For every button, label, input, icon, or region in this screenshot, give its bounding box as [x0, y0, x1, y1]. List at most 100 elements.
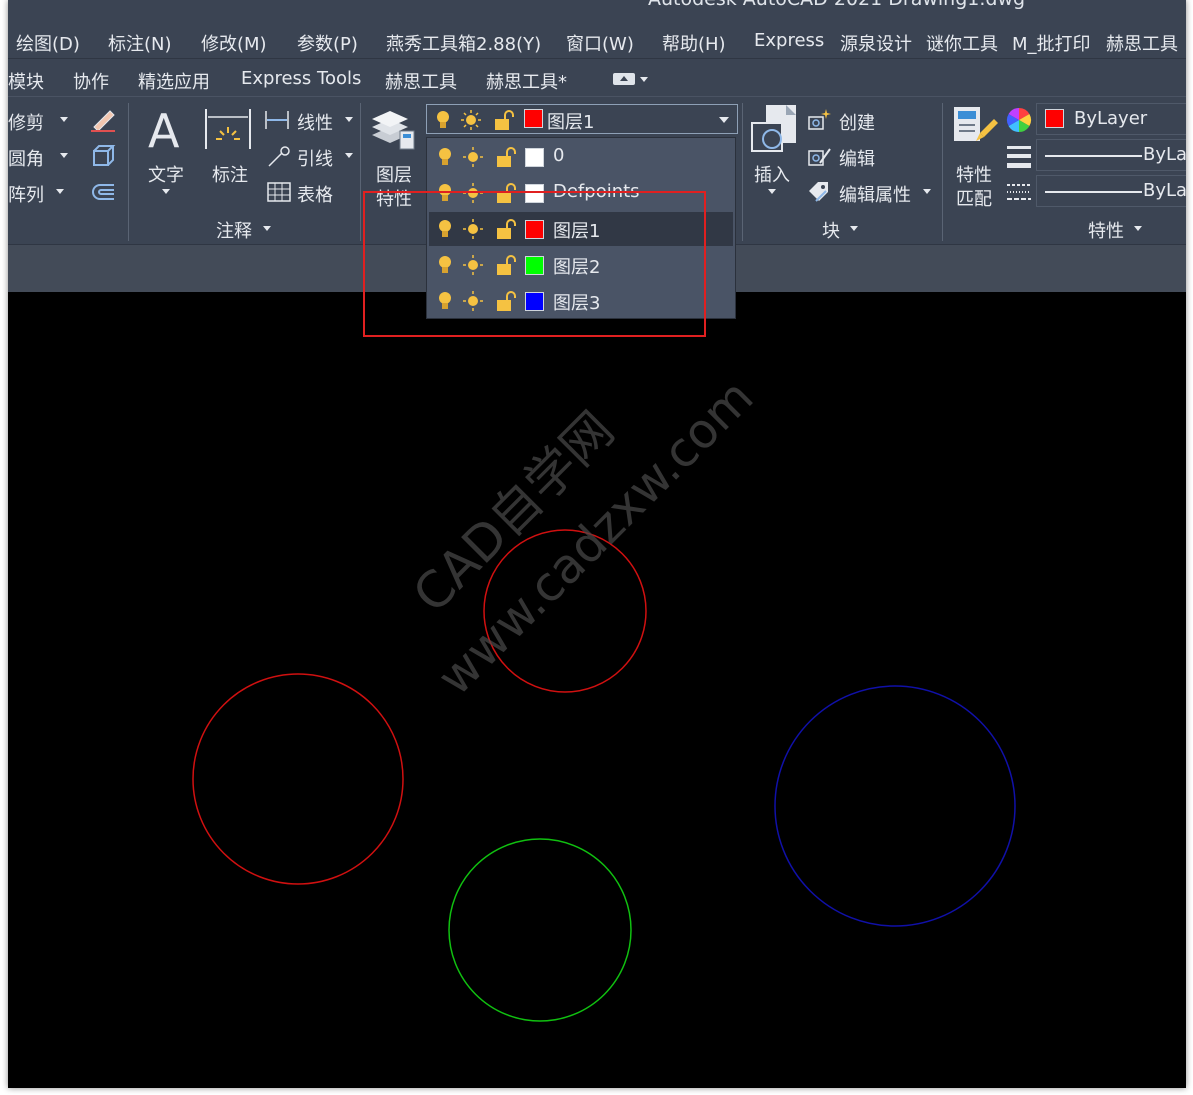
properties-panel-title[interactable]: 特性 — [1088, 217, 1124, 243]
layer-name: 图层1 — [553, 221, 601, 242]
menu-window[interactable]: 窗口(W) — [566, 30, 634, 56]
explode-icon[interactable] — [88, 141, 118, 171]
annotation-panel-caret-icon[interactable] — [263, 226, 271, 231]
layer-row-0[interactable]: 0 — [429, 140, 733, 174]
edit-attributes-button[interactable]: 编辑属性 — [839, 181, 911, 207]
match-properties-label-line1[interactable]: 特性 — [956, 161, 992, 187]
tab-express-tools[interactable]: Express Tools — [241, 68, 361, 89]
match-properties-label-line2[interactable]: 匹配 — [956, 185, 992, 211]
create-block-button[interactable]: 创建 — [839, 109, 875, 135]
svg-text:A: A — [148, 105, 180, 151]
linear-dimension-icon[interactable] — [264, 109, 290, 131]
layer-row-layer3[interactable]: 图层3 — [429, 284, 733, 318]
layer-state-icons[interactable] — [435, 146, 521, 168]
edit-attributes-icon[interactable] — [806, 179, 832, 205]
tab-hesi-tools-star[interactable]: 赫思工具* — [486, 68, 567, 94]
menu-batch-plot[interactable]: M_批打印 — [1012, 30, 1091, 56]
color-control-value: ByLayer — [1074, 108, 1148, 129]
annotation-panel-title[interactable]: 注释 — [216, 217, 252, 243]
text-button[interactable]: 文字 — [148, 161, 184, 187]
menu-dimension[interactable]: 标注(N) — [108, 30, 172, 56]
insert-button[interactable]: 插入 — [754, 161, 790, 187]
edit-attributes-caret-icon[interactable] — [923, 189, 931, 194]
linear-button[interactable]: 线性 — [297, 109, 333, 135]
current-layer-color-swatch — [524, 109, 543, 128]
block-panel-caret-icon[interactable] — [850, 226, 858, 231]
circle-layer3[interactable] — [774, 685, 1016, 927]
layer-row-layer1[interactable]: 图层1 — [429, 212, 733, 246]
lineweight-icon[interactable] — [1006, 143, 1032, 169]
circle-layer2[interactable] — [448, 838, 632, 1022]
leader-icon[interactable] — [266, 145, 292, 169]
array-caret-icon[interactable] — [56, 189, 64, 194]
leader-button[interactable]: 引线 — [297, 145, 333, 171]
title-bar: Autodesk AutoCAD 2021 Drawing1.dwg — [8, 0, 1186, 24]
menu-draw[interactable]: 绘图(D) — [16, 30, 80, 56]
menu-mini-tools[interactable]: 谜你工具 — [926, 30, 998, 56]
edit-block-icon[interactable] — [806, 143, 832, 169]
color-wheel-icon[interactable] — [1006, 107, 1032, 133]
tab-collaborate[interactable]: 协作 — [73, 68, 109, 94]
layer-row-defpoints[interactable]: Defpoints — [429, 176, 733, 210]
layer-state-icons[interactable] — [435, 218, 521, 240]
bylayer-color-swatch — [1045, 109, 1064, 128]
linear-caret-icon[interactable] — [345, 117, 353, 122]
insert-caret-icon[interactable] — [768, 189, 776, 194]
insert-block-icon[interactable] — [748, 103, 800, 155]
array-button[interactable]: 阵列 — [8, 181, 44, 207]
linetype-control[interactable]: ByLay — [1036, 139, 1186, 171]
layer-state-icons[interactable] — [435, 254, 521, 276]
drawing-canvas[interactable] — [8, 292, 1186, 1088]
layer-state-icons[interactable] — [435, 182, 521, 204]
layer-state-icons[interactable] — [435, 290, 521, 312]
layer-properties-label-line1[interactable]: 图层 — [376, 161, 412, 187]
layer-name: 图层3 — [553, 293, 601, 314]
edit-block-button[interactable]: 编辑 — [839, 145, 875, 171]
color-control[interactable]: ByLayer — [1036, 103, 1186, 135]
lineweight-control-value: ByLay — [1143, 180, 1186, 201]
ribbon-minimize-icon[interactable] — [613, 73, 635, 85]
menu-yanxiu[interactable]: 燕秀工具箱2.88(Y) — [386, 30, 541, 56]
layer-row-layer2[interactable]: 图层2 — [429, 248, 733, 282]
ribbon-minimize-caret-icon[interactable] — [640, 77, 648, 82]
menu-modify[interactable]: 修改(M) — [201, 30, 267, 56]
linetype-icon[interactable] — [1006, 179, 1032, 205]
layer-name: 0 — [553, 145, 565, 166]
tab-hesi-tools[interactable]: 赫思工具 — [385, 68, 457, 94]
table-button[interactable]: 表格 — [297, 181, 333, 207]
layer-properties-icon[interactable] — [368, 105, 418, 153]
lineweight-control[interactable]: ByLay — [1036, 175, 1186, 207]
lineweight-preview — [1045, 191, 1142, 193]
trim-caret-icon[interactable] — [60, 117, 68, 122]
linetype-preview — [1045, 155, 1142, 157]
layer-properties-label-line2[interactable]: 特性 — [376, 185, 412, 211]
tab-modules[interactable]: 模块 — [8, 68, 44, 94]
offset-icon[interactable] — [88, 177, 118, 207]
fillet-caret-icon[interactable] — [60, 153, 68, 158]
fillet-button[interactable]: 圆角 — [8, 145, 44, 171]
dimension-icon[interactable] — [204, 107, 252, 151]
circle-layer1-top[interactable] — [483, 529, 647, 693]
trim-button[interactable]: 修剪 — [8, 109, 44, 135]
autocad-window: Autodesk AutoCAD 2021 Drawing1.dwg 绘图(D)… — [8, 0, 1186, 1088]
block-panel-title[interactable]: 块 — [822, 217, 840, 243]
menu-express[interactable]: Express — [754, 30, 824, 51]
text-caret-icon[interactable] — [162, 189, 170, 194]
layer-dropdown-caret-icon[interactable] — [719, 117, 729, 123]
dimension-button[interactable]: 标注 — [212, 161, 248, 187]
leader-caret-icon[interactable] — [345, 153, 353, 158]
erase-icon[interactable] — [88, 103, 118, 133]
match-properties-icon[interactable] — [950, 105, 1002, 155]
menu-parametric[interactable]: 参数(P) — [297, 30, 358, 56]
properties-panel-caret-icon[interactable] — [1134, 226, 1142, 231]
menu-help[interactable]: 帮助(H) — [662, 30, 726, 56]
text-a-icon[interactable]: A — [146, 105, 188, 151]
table-icon[interactable] — [266, 181, 292, 203]
menu-yuanquan[interactable]: 源泉设计 — [840, 30, 912, 56]
tab-featured-apps[interactable]: 精选应用 — [138, 68, 210, 94]
ribbon-separator — [360, 103, 361, 241]
menu-hesi[interactable]: 赫思工具 — [1106, 30, 1178, 56]
layer-dropdown-combo[interactable]: 图层1 — [426, 104, 738, 134]
circle-layer1-left[interactable] — [192, 673, 404, 885]
create-block-icon[interactable] — [806, 107, 832, 133]
